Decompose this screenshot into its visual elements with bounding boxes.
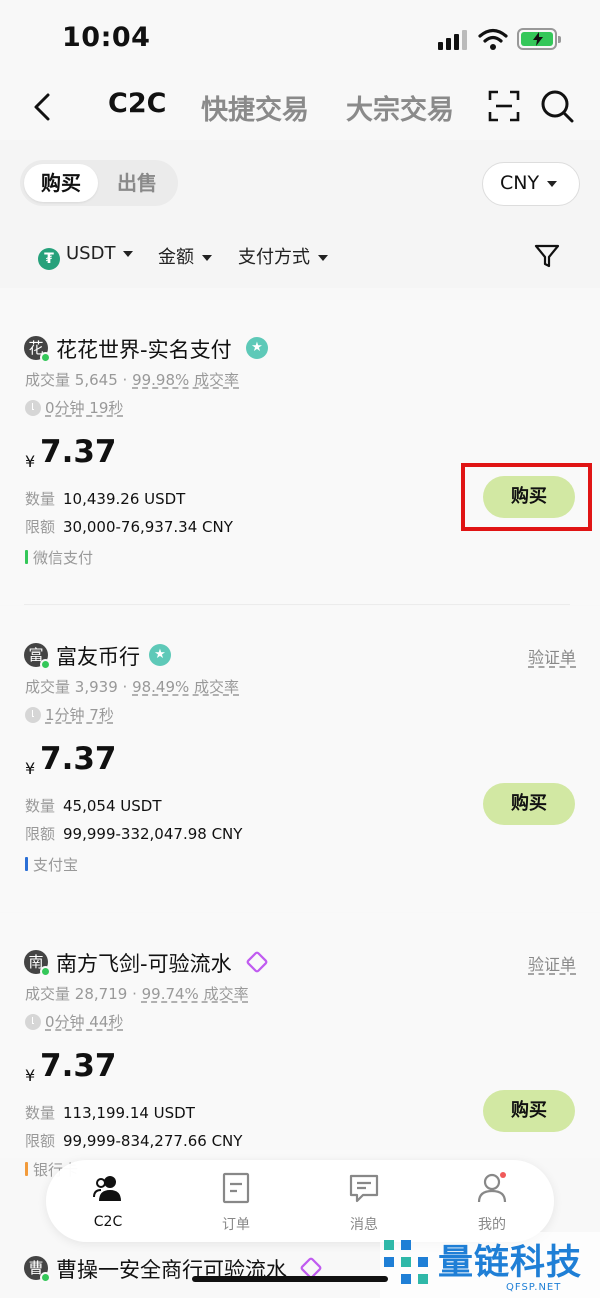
price: 7.37	[40, 1048, 117, 1084]
chevron-down-icon	[318, 255, 328, 261]
limit-row: 限额 30,000-76,937.34 CNY	[25, 518, 233, 536]
gem-badge-icon	[245, 950, 269, 974]
currency-symbol: ¥	[25, 452, 36, 471]
divider	[24, 604, 570, 605]
asset-filter-label: USDT	[66, 243, 116, 264]
message-icon	[349, 1174, 379, 1203]
verification-link[interactable]: 验证单	[528, 951, 576, 975]
tab-quick-trade[interactable]: 快捷交易	[201, 88, 309, 127]
quantity-row: 数量 45,054 USDT	[25, 797, 162, 815]
scan-icon[interactable]	[488, 90, 520, 122]
verified-star-badge-icon	[246, 337, 268, 359]
clock-icon	[25, 707, 41, 723]
release-time: 0分钟 19秒	[25, 397, 123, 418]
verified-star-badge-icon	[149, 644, 171, 666]
price: 7.37	[40, 434, 117, 470]
verification-link[interactable]: 验证单	[528, 644, 576, 668]
merchant-name[interactable]: 富友币行	[56, 641, 140, 671]
currency-symbol: ¥	[25, 759, 36, 778]
currency-selector[interactable]: CNY	[482, 162, 580, 206]
watermark-logo-icon	[384, 1240, 428, 1284]
watermark-url: QFSP.NET	[506, 1282, 562, 1293]
back-arrow-icon[interactable]	[28, 90, 58, 124]
merchant-name[interactable]: 花花世界-实名支付	[56, 334, 232, 364]
merchant-name[interactable]: 南方飞剑-可验流水	[56, 948, 232, 978]
battery-icon	[517, 28, 561, 50]
limit-row: 限额 99,999-332,047.98 CNY	[25, 825, 243, 843]
payment-filter[interactable]: 支付方式	[238, 243, 328, 269]
sell-toggle[interactable]: 出售	[100, 164, 174, 202]
payment-method: 支付宝	[25, 854, 78, 875]
tab-c2c[interactable]: C2C	[108, 88, 166, 119]
currency-label: CNY	[500, 172, 540, 194]
bottom-nav: C2C 订单 消息 我的	[46, 1160, 554, 1242]
highlight-box	[461, 463, 592, 531]
order-icon	[222, 1172, 250, 1204]
buy-sell-toggle: 购买 出售	[20, 160, 178, 206]
price: 7.37	[40, 741, 117, 777]
nav-label: 订单	[222, 1217, 250, 1233]
chevron-down-icon	[202, 255, 212, 261]
payment-method: 微信支付	[25, 547, 93, 568]
nav-orders[interactable]: 订单	[191, 1172, 281, 1234]
nav-c2c[interactable]: C2C	[63, 1172, 153, 1230]
buy-toggle[interactable]: 购买	[24, 164, 98, 202]
currency-symbol: ¥	[25, 1066, 36, 1085]
merchant-stats: 成交量 3,939 · 98.49% 成交率	[25, 678, 240, 696]
wifi-icon	[478, 28, 508, 50]
watermark-title: 量链科技	[438, 1243, 583, 1283]
search-icon[interactable]	[540, 89, 574, 123]
merchant-avatar: 南	[24, 950, 51, 977]
nav-label: C2C	[93, 1214, 123, 1230]
listing-card: 富 富友币行 验证单 成交量 3,939 · 98.49% 成交率 1分钟 7秒…	[0, 606, 600, 912]
limit-row: 限额 99,999-834,277.66 CNY	[25, 1132, 243, 1150]
cellular-signal-icon	[438, 30, 468, 50]
merchant-avatar: 花	[24, 336, 51, 363]
nav-label: 我的	[478, 1217, 506, 1233]
chevron-down-icon	[123, 251, 134, 257]
merchant-avatar: 曹	[24, 1256, 51, 1283]
tab-block-trade[interactable]: 大宗交易	[346, 88, 454, 127]
home-indicator	[192, 1276, 388, 1282]
amount-filter-label: 金额	[158, 247, 194, 268]
profile-icon	[477, 1172, 507, 1203]
nav-messages[interactable]: 消息	[319, 1172, 409, 1234]
watermark: 量链科技 QFSP.NET	[380, 1232, 600, 1298]
nav-profile[interactable]: 我的	[447, 1172, 537, 1234]
nav-label: 消息	[350, 1217, 378, 1233]
asset-filter[interactable]: ₮ USDT	[38, 243, 134, 270]
quantity-row: 数量 113,199.14 USDT	[25, 1104, 195, 1122]
merchant-stats: 成交量 5,645 · 99.98% 成交率	[25, 371, 240, 389]
buy-button[interactable]: 购买	[483, 1090, 575, 1132]
clock-icon	[25, 1014, 41, 1030]
amount-filter[interactable]: 金额	[158, 243, 212, 269]
buy-button[interactable]: 购买	[483, 783, 575, 825]
listing-card: 南 南方飞剑-可验流水 验证单 成交量 28,719 · 99.74% 成交率 …	[0, 913, 600, 1179]
quantity-row: 数量 10,439.26 USDT	[25, 490, 186, 508]
usdt-icon: ₮	[38, 248, 60, 270]
release-time: 0分钟 44秒	[25, 1011, 123, 1032]
clock-icon	[25, 400, 41, 416]
payment-filter-label: 支付方式	[238, 247, 310, 268]
merchant-avatar: 富	[24, 643, 51, 670]
status-time: 10:04	[62, 22, 151, 53]
merchant-stats: 成交量 28,719 · 99.74% 成交率	[25, 985, 249, 1003]
filter-funnel-icon[interactable]	[534, 243, 560, 269]
release-time: 1分钟 7秒	[25, 704, 114, 725]
chevron-down-icon	[547, 180, 558, 187]
people-icon	[93, 1176, 121, 1201]
listing-card: 花 花花世界-实名支付 成交量 5,645 · 99.98% 成交率 0分钟 1…	[0, 300, 600, 605]
